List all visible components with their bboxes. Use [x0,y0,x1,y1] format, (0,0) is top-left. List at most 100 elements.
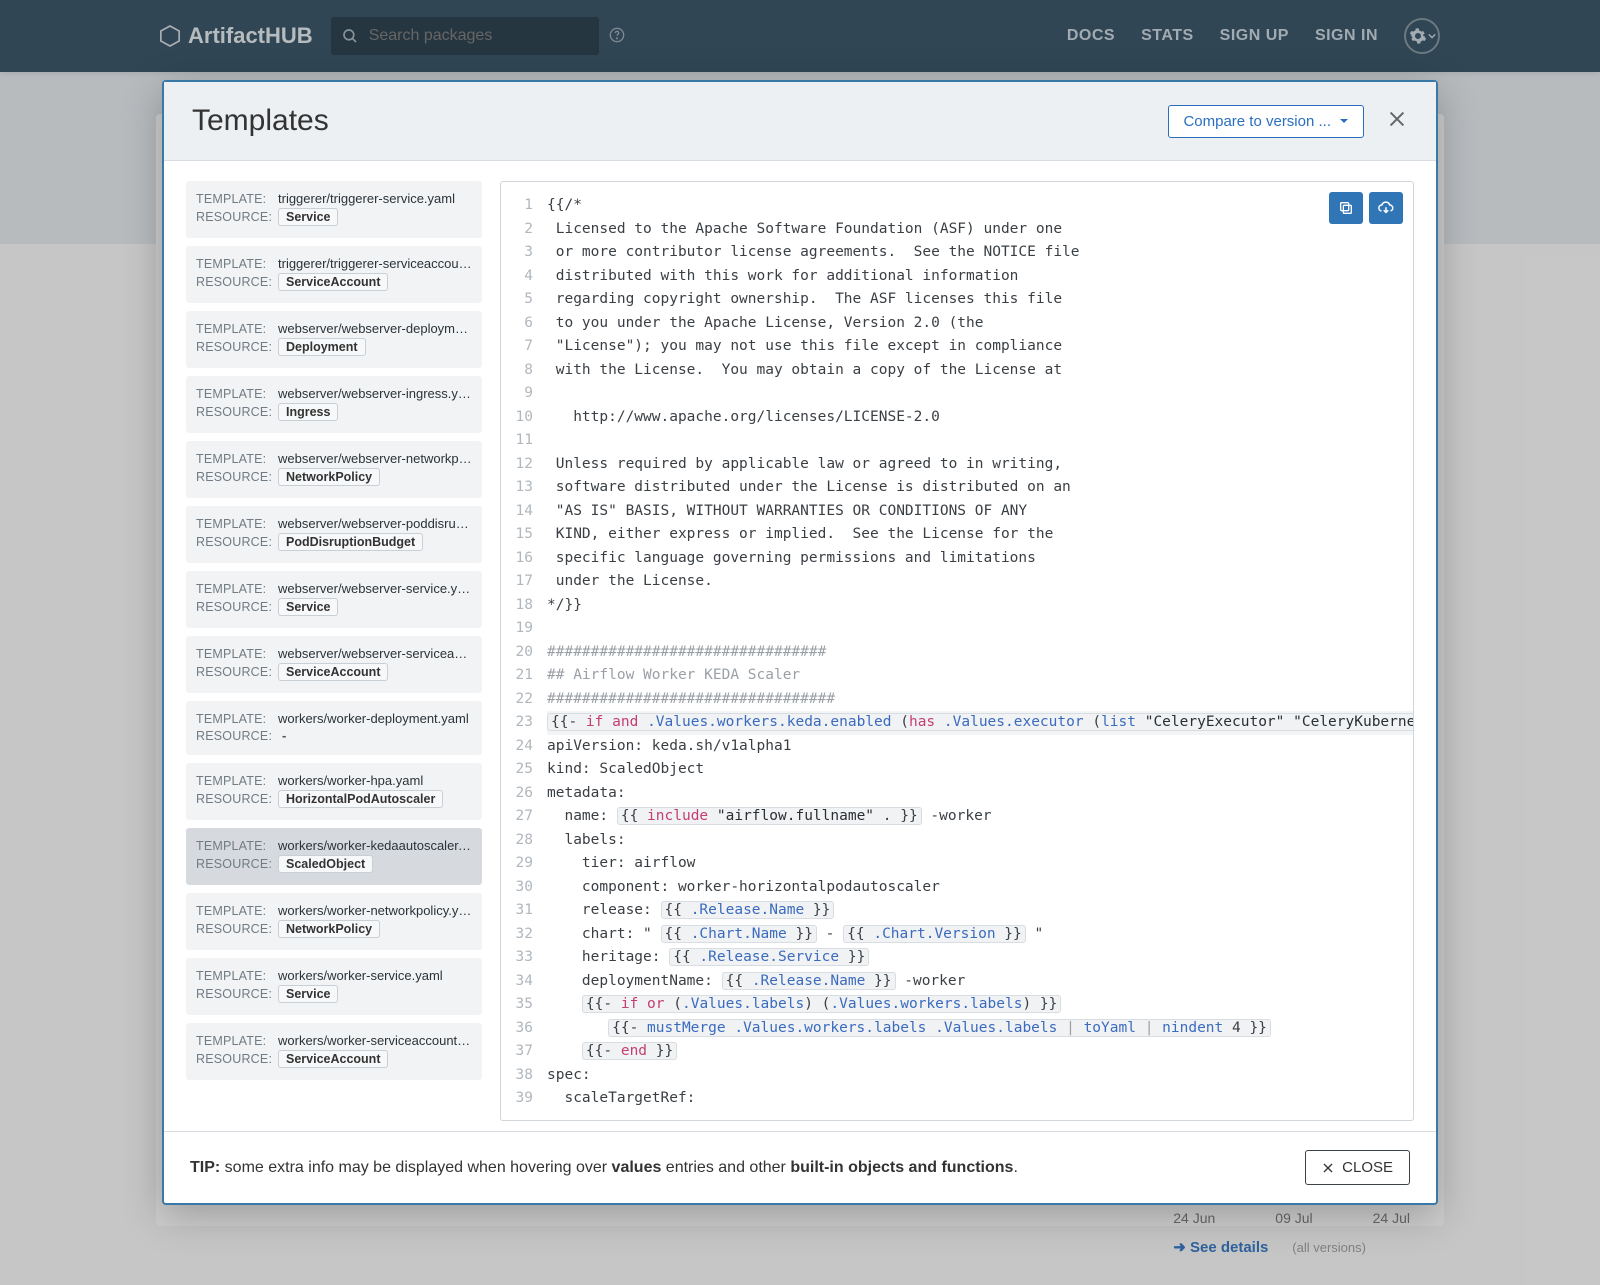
template-path: workers/worker-networkpolicy.yaml [278,903,472,918]
resource-type: PodDisruptionBudget [278,533,423,551]
resource-label: RESOURCE: [196,1052,272,1066]
code-line: 14 "AS IS" BASIS, WITHOUT WARRANTIES OR … [501,500,1399,524]
code-line: 25kind: ScaledObject [501,758,1399,782]
code-line: 34 deploymentName: {{ .Release.Name }} -… [501,970,1399,994]
template-item[interactable]: TEMPLATE:webserver/webserver-serviceacc.… [186,636,482,693]
template-path: webserver/webserver-networkpol... [278,451,472,466]
template-path: webserver/webserver-ingress.yaml [278,386,472,401]
resource-type: ServiceAccount [278,273,388,291]
template-item[interactable]: TEMPLATE:webserver/webserver-poddisrupt.… [186,506,482,563]
template-path: workers/worker-service.yaml [278,968,472,983]
template-path: triggerer/triggerer-service.yaml [278,191,472,206]
resource-label: RESOURCE: [196,470,272,484]
templates-modal: Templates Compare to version ... TEMPLAT… [162,80,1438,1205]
code-line: 5 regarding copyright ownership. The ASF… [501,288,1399,312]
code-line: 22################################# [501,688,1399,712]
template-item[interactable]: TEMPLATE: webserver/webserver-ingress.yam… [186,376,482,433]
template-list[interactable]: TEMPLATE: triggerer/triggerer-service.yam… [186,181,482,1121]
resource-type: Service [278,598,338,616]
code-line: 2 Licensed to the Apache Software Founda… [501,218,1399,242]
template-path: workers/worker-kedaautoscaler.y... [278,838,472,853]
code-line: 13 software distributed under the Licens… [501,476,1399,500]
template-label: TEMPLATE: [196,452,272,466]
template-item[interactable]: TEMPLATE:webserver/webserver-deploymen..… [186,311,482,368]
template-item[interactable]: TEMPLATE:workers/worker-deployment.yamlR… [186,701,482,755]
resource-label: RESOURCE: [196,600,272,614]
code-line: 16 specific language governing permissio… [501,547,1399,571]
template-path: workers/worker-serviceaccount.y... [278,1033,472,1048]
code-line: 18*/}} [501,594,1399,618]
code-line: 31 release: {{ .Release.Name }} [501,899,1399,923]
template-item[interactable]: TEMPLATE: triggerer/triggerer-service.yam… [186,181,482,238]
resource-type: Service [278,985,338,1003]
code-line: 7 "License"); you may not use this file … [501,335,1399,359]
template-label: TEMPLATE: [196,774,272,788]
code-line: 12 Unless required by applicable law or … [501,453,1399,477]
modal-header: Templates Compare to version ... [164,82,1436,161]
code-line: 21## Airflow Worker KEDA Scaler [501,664,1399,688]
resource-label: RESOURCE: [196,665,272,679]
template-item[interactable]: TEMPLATE: workers/worker-service.yaml RESO… [186,958,482,1015]
resource-type: Ingress [278,403,338,421]
code-line: 4 distributed with this work for additio… [501,265,1399,289]
template-path: triggerer/triggerer-serviceaccoun... [278,256,472,271]
code-line: 38spec: [501,1064,1399,1088]
template-path: workers/worker-hpa.yaml [278,773,472,788]
code-line: 8 with the License. You may obtain a cop… [501,359,1399,383]
resource-label: RESOURCE: [196,792,272,806]
close-icon[interactable] [1386,108,1408,135]
template-item[interactable]: TEMPLATE: triggerer/triggerer-serviceacco… [186,246,482,303]
code-line: 11 [501,429,1399,453]
template-item[interactable]: TEMPLATE: webserver/webserver-networkpol.… [186,441,482,498]
resource-type: Deployment [278,338,366,356]
code-line: 26metadata: [501,782,1399,806]
template-label: TEMPLATE: [196,969,272,983]
template-item[interactable]: TEMPLATE: workers/worker-kedaautoscaler.y… [186,828,482,885]
resource-label: RESOURCE: [196,987,272,1001]
code-line: 32 chart: " {{ .Chart.Name }} - {{ .Char… [501,923,1399,947]
code-line: 3 or more contributor license agreements… [501,241,1399,265]
code-line: 33 heritage: {{ .Release.Service }} [501,946,1399,970]
x-icon [1322,1162,1334,1174]
resource-type: HorizontalPodAutoscaler [278,790,443,808]
resource-type: ScaledObject [278,855,373,873]
resource-label: RESOURCE: [196,405,272,419]
template-item[interactable]: TEMPLATE: workers/worker-serviceaccount.y… [186,1023,482,1080]
code-line: 19 [501,617,1399,641]
template-label: TEMPLATE: [196,322,272,336]
compare-version-button[interactable]: Compare to version ... [1168,105,1364,138]
resource-label: RESOURCE: [196,340,272,354]
caret-down-icon [1339,116,1349,126]
template-label: TEMPLATE: [196,387,272,401]
code-line: 28 labels: [501,829,1399,853]
template-label: TEMPLATE: [196,1034,272,1048]
code-line: 37 {{- end }} [501,1040,1399,1064]
code-line: 24apiVersion: keda.sh/v1alpha1 [501,735,1399,759]
code-line: 23{{- if and .Values.workers.keda.enable… [501,711,1399,735]
code-scroll[interactable]: 1{{/*2 Licensed to the Apache Software F… [501,182,1413,1120]
resource-label: RESOURCE: [196,729,272,743]
template-label: TEMPLATE: [196,192,272,206]
template-label: TEMPLATE: [196,904,272,918]
template-label: TEMPLATE: [196,582,272,596]
code-line: 27 name: {{ include "airflow.fullname" .… [501,805,1399,829]
resource-type: ServiceAccount [278,1050,388,1068]
template-item[interactable]: TEMPLATE: workers/worker-networkpolicy.ya… [186,893,482,950]
close-button[interactable]: CLOSE [1305,1150,1410,1185]
template-label: TEMPLATE: [196,839,272,853]
code-line: 17 under the License. [501,570,1399,594]
template-label: TEMPLATE: [196,257,272,271]
template-item[interactable]: TEMPLATE: workers/worker-hpa.yaml RESOURCE… [186,763,482,820]
template-label: TEMPLATE: [196,517,272,531]
template-item[interactable]: TEMPLATE:webserver/webserver-service.yam… [186,571,482,628]
code-line: 15 KIND, either express or implied. See … [501,523,1399,547]
template-label: TEMPLATE: [196,712,272,726]
code-line: 29 tier: airflow [501,852,1399,876]
code-pane: 1{{/*2 Licensed to the Apache Software F… [500,181,1414,1121]
code-line: 9 [501,382,1399,406]
resource-label: RESOURCE: [196,857,272,871]
code-line: 20################################ [501,641,1399,665]
resource-type: - [278,728,286,743]
code-line: 6 to you under the Apache License, Versi… [501,312,1399,336]
resource-type: Service [278,208,338,226]
